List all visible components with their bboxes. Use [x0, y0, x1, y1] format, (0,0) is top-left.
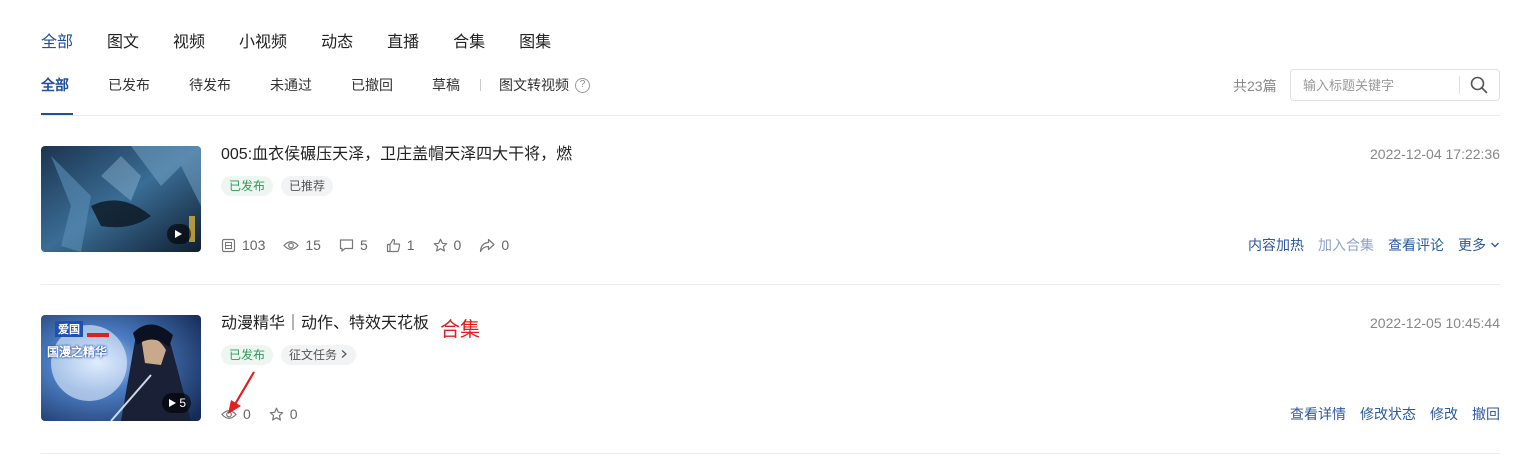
play-icon	[175, 230, 182, 238]
status-badge: 已发布	[221, 176, 274, 196]
search-icon[interactable]	[1460, 70, 1499, 100]
item-title[interactable]: 005:血衣侯碾压天泽，卫庄盖帽天泽四大干将，燃	[221, 144, 572, 166]
comment-icon	[339, 238, 354, 252]
impressions-icon	[221, 238, 236, 252]
content-item: 爱国 国漫之精华 5 动漫精华｜动作、特效天花板 合集 已发布 征文任务 0 0…	[41, 313, 1500, 424]
thumb-caption-main: 国漫之精华	[47, 345, 108, 359]
item-actions: 内容加热 加入合集 查看评论 更多	[1248, 235, 1500, 255]
withdraw-link[interactable]: 撤回	[1472, 404, 1500, 424]
edit-link[interactable]: 修改	[1430, 404, 1458, 424]
views-count: 15	[305, 237, 321, 253]
views-stat: 15	[283, 237, 321, 253]
impressions-count: 103	[242, 237, 266, 253]
boost-content-link[interactable]: 内容加热	[1248, 235, 1304, 255]
thumbs-up-icon	[386, 238, 400, 252]
shares-stat: 0	[479, 237, 509, 253]
star-icon	[269, 407, 284, 421]
favorites-count: 0	[289, 406, 298, 422]
tab-divider	[480, 79, 481, 91]
collection-video-count: 5	[179, 396, 186, 410]
tab-short-video[interactable]: 小视频	[239, 30, 287, 56]
more-label: 更多	[1458, 237, 1486, 253]
status-tab-article-to-video[interactable]: 图文转视频 ?	[499, 75, 590, 95]
chevron-right-icon	[341, 350, 348, 358]
video-badge	[167, 224, 191, 244]
item-stats: 103 15 5 1 0 0	[221, 235, 527, 255]
view-comments-link[interactable]: 查看评论	[1388, 235, 1444, 255]
play-icon	[169, 399, 177, 407]
likes-stat: 1	[386, 237, 415, 253]
shares-count: 0	[501, 237, 510, 253]
likes-count: 1	[406, 237, 415, 253]
status-tab-drafts[interactable]: 草稿	[432, 74, 460, 96]
comments-stat: 5	[339, 237, 368, 253]
tab-moments[interactable]: 动态	[321, 30, 353, 56]
collection-thumbnail[interactable]: 爱国 国漫之精华 5	[41, 315, 201, 421]
header-divider	[41, 115, 1500, 116]
item-title[interactable]: 动漫精华｜动作、特效天花板	[221, 313, 429, 335]
content-type-tabs: 全部 图文 视频 小视频 动态 直播 合集 图集	[41, 30, 585, 56]
change-status-link[interactable]: 修改状态	[1360, 404, 1416, 424]
status-tab-published[interactable]: 已发布	[108, 74, 150, 96]
search-box	[1290, 69, 1500, 101]
tab-live[interactable]: 直播	[387, 30, 419, 56]
status-tab-rejected[interactable]: 未通过	[270, 74, 312, 96]
item-tags: 已发布 已推荐	[221, 176, 334, 196]
add-to-collection-link[interactable]: 加入合集	[1318, 235, 1374, 255]
status-tab-all[interactable]: 全部	[41, 74, 69, 96]
status-tab-pending[interactable]: 待发布	[189, 74, 231, 96]
essay-task-badge[interactable]: 征文任务	[281, 345, 357, 365]
status-tab-withdrawn[interactable]: 已撤回	[351, 74, 393, 96]
more-dropdown[interactable]: 更多	[1458, 235, 1500, 255]
publish-time: 2022-12-04 17:22:36	[1370, 146, 1500, 162]
item-divider	[41, 284, 1500, 285]
star-icon	[433, 238, 447, 252]
comments-count: 5	[359, 237, 368, 253]
collection-count-badge: 5	[162, 393, 191, 413]
share-icon	[480, 238, 495, 252]
status-tabs: 全部 已发布 待发布 未通过 已撤回 草稿 图文转视频 ?	[41, 74, 590, 96]
tab-article[interactable]: 图文	[107, 30, 139, 56]
item-divider	[41, 453, 1500, 454]
tab-video[interactable]: 视频	[173, 30, 205, 56]
chevron-down-icon	[1491, 242, 1499, 248]
eye-icon	[283, 240, 300, 250]
thumb-red-bar	[87, 333, 109, 337]
help-icon[interactable]: ?	[575, 77, 590, 93]
tab-gallery[interactable]: 图集	[519, 30, 551, 56]
annotation-arrow-icon	[228, 371, 255, 414]
article-to-video-label: 图文转视频	[499, 77, 569, 93]
status-badge: 已发布	[221, 345, 274, 365]
favorites-stat: 0	[433, 237, 462, 253]
content-item: 005:血衣侯碾压天泽，卫庄盖帽天泽四大干将，燃 已发布 已推荐 103 15 …	[41, 144, 1500, 255]
video-thumbnail[interactable]	[41, 146, 201, 252]
favorites-stat: 0	[269, 406, 298, 422]
tab-all[interactable]: 全部	[41, 30, 73, 56]
favorites-count: 0	[453, 237, 462, 253]
search-input[interactable]	[1291, 77, 1459, 93]
tab-collection[interactable]: 合集	[453, 30, 485, 56]
annotation-label: 合集	[440, 319, 480, 341]
article-count: 共23篇	[1233, 78, 1277, 94]
impressions-stat: 103	[221, 237, 265, 253]
publish-time: 2022-12-05 10:45:44	[1370, 315, 1500, 331]
item-tags: 已发布 征文任务	[221, 345, 357, 365]
recommend-badge: 已推荐	[281, 176, 334, 196]
item-actions: 查看详情 修改状态 修改 撤回	[1290, 404, 1500, 424]
thumb-caption-top: 爱国	[55, 321, 83, 337]
essay-task-label: 征文任务	[289, 348, 338, 362]
view-details-link[interactable]: 查看详情	[1290, 404, 1346, 424]
